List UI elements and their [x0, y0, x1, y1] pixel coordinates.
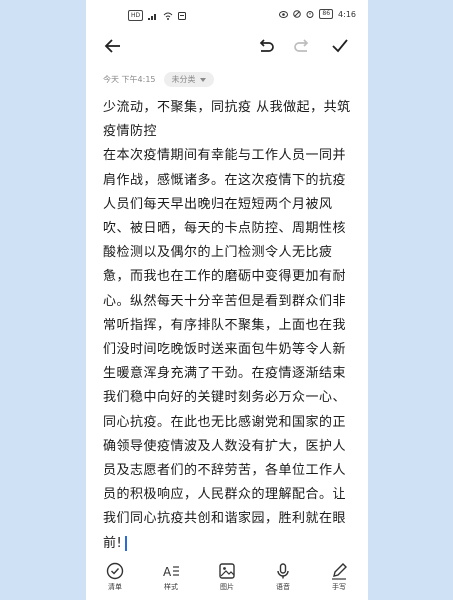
- note-timestamp: 今天 下午4:15: [103, 75, 156, 84]
- text-style-icon: A: [163, 565, 179, 579]
- checklist-label: 清单: [108, 583, 122, 591]
- category-dropdown[interactable]: 未分类: [163, 72, 214, 87]
- redo-icon[interactable]: [292, 36, 316, 60]
- checklist-button[interactable]: 清单: [95, 562, 135, 592]
- voice-label: 语音: [276, 583, 290, 591]
- pen-icon: [332, 563, 347, 580]
- battery-indicator: 86: [319, 9, 334, 19]
- note-title: 少流动，不聚集，同抗疫 从我做起，共筑疫情防控: [103, 100, 351, 140]
- text-cursor: [125, 535, 128, 551]
- svg-text:A: A: [163, 565, 172, 579]
- text-style-label: 样式: [164, 583, 178, 591]
- signal-icon: [148, 13, 157, 20]
- handwriting-label: 手写: [332, 583, 346, 591]
- status-time: 4:16: [338, 9, 356, 19]
- wifi-icon: [163, 12, 173, 20]
- checklist-icon: [106, 562, 124, 580]
- category-label: 未分类: [171, 75, 196, 84]
- mute-icon: [293, 10, 302, 18]
- image-icon: [219, 563, 235, 579]
- status-bar: HD 86 4:16: [86, 0, 368, 32]
- voice-button[interactable]: 语音: [263, 562, 303, 592]
- bottom-toolbar: 清单 A 样式 图片 语音 手写: [86, 562, 368, 600]
- alarm-icon: [306, 11, 314, 18]
- check-icon[interactable]: [330, 36, 354, 60]
- back-arrow-icon[interactable]: [103, 36, 127, 60]
- microphone-icon: [277, 563, 289, 579]
- hd-badge: HD: [128, 10, 144, 21]
- image-button[interactable]: 图片: [207, 562, 247, 592]
- status-right: 86 4:16: [279, 9, 356, 19]
- text-style-button[interactable]: A 样式: [151, 562, 191, 592]
- status-left: HD: [128, 10, 187, 21]
- note-content[interactable]: 少流动，不聚集，同抗疫 从我做起，共筑疫情防控 在本次疫情期间有幸能与工作人员一…: [103, 96, 355, 556]
- note-meta: 今天 下午4:15 未分类: [103, 72, 214, 87]
- caret-down-icon: [199, 77, 206, 82]
- note-body: 在本次疫情期间有幸能与工作人员一同并肩作战，感慨诸多。在这次疫情下的抗疫人员们每…: [103, 148, 347, 551]
- editor-toolbar: [86, 36, 368, 64]
- image-label: 图片: [220, 583, 234, 591]
- notification-icon: [178, 11, 187, 20]
- undo-icon[interactable]: [256, 36, 280, 60]
- note-editor-screen: HD 86 4:16 今天 下午4:15 未分类 少流动，不聚集，同抗疫 从我做…: [86, 0, 368, 600]
- handwriting-button[interactable]: 手写: [319, 562, 359, 592]
- eye-icon: [279, 10, 289, 18]
